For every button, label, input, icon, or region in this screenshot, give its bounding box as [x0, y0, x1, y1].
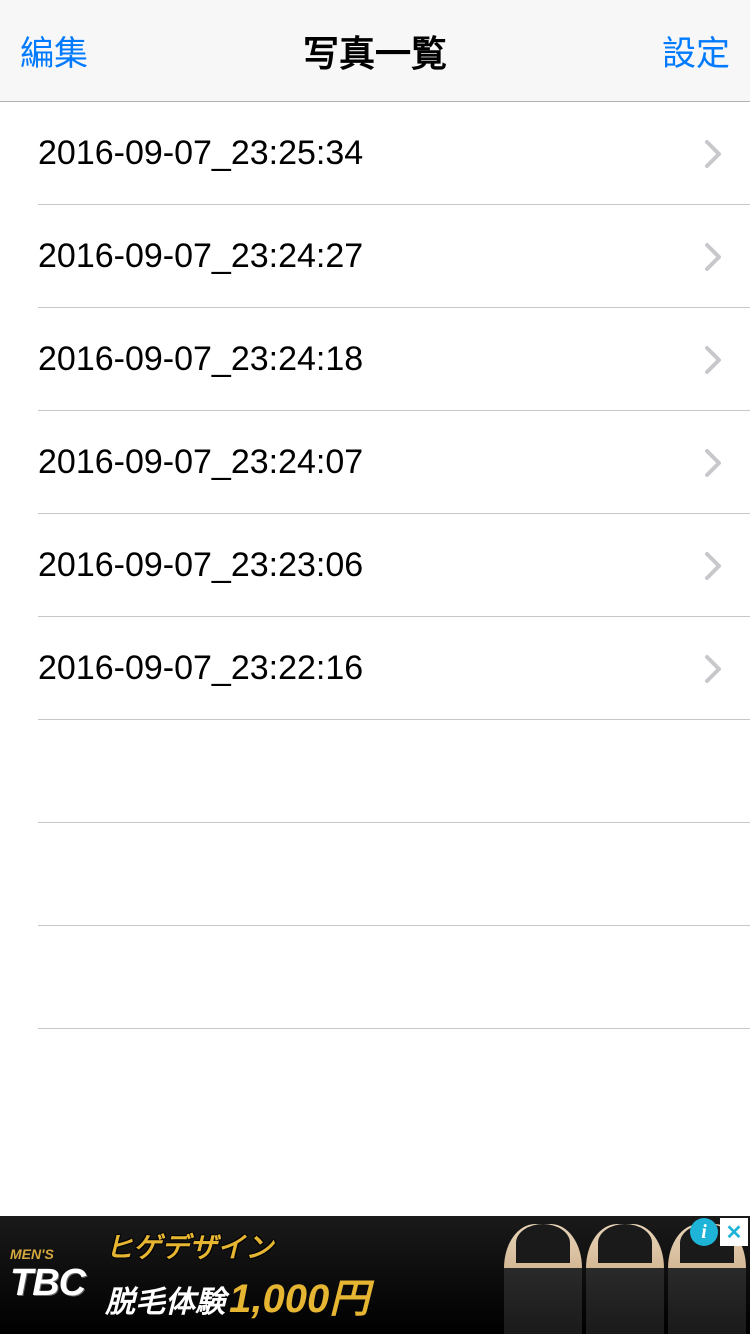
- list-item-label: 2016-09-07_23:22:16: [38, 649, 363, 688]
- ad-banner[interactable]: MEN'S TBC ヒゲデザイン 脱毛体験 1,000円 i ✕: [0, 1216, 750, 1334]
- chevron-right-icon: [704, 345, 722, 375]
- list-item-empty: [0, 926, 750, 1029]
- ad-face-icon: [504, 1224, 582, 1334]
- page-title: 写真一覧: [303, 25, 447, 77]
- ad-content: MEN'S TBC ヒゲデザイン 脱毛体験 1,000円: [0, 1216, 504, 1334]
- ad-face-icon: [586, 1224, 664, 1334]
- list-item[interactable]: 2016-09-07_23:24:07: [0, 411, 750, 514]
- list-item-empty: [0, 720, 750, 823]
- ad-close-icon[interactable]: ✕: [720, 1218, 748, 1246]
- list-item-label: 2016-09-07_23:24:18: [38, 340, 363, 379]
- list-item[interactable]: 2016-09-07_23:23:06: [0, 514, 750, 617]
- ad-subtext: 脱毛体験: [105, 1277, 225, 1321]
- list-item-label: 2016-09-07_23:24:27: [38, 237, 363, 276]
- chevron-right-icon: [704, 139, 722, 169]
- edit-button[interactable]: 編集: [20, 26, 88, 75]
- list-item[interactable]: 2016-09-07_23:22:16: [0, 617, 750, 720]
- navbar: 編集 写真一覧 設定: [0, 0, 750, 102]
- list-item[interactable]: 2016-09-07_23:24:18: [0, 308, 750, 411]
- chevron-right-icon: [704, 654, 722, 684]
- ad-info-icon[interactable]: i: [690, 1218, 718, 1246]
- ad-brand-large: TBC: [10, 1262, 85, 1305]
- ad-headline: ヒゲデザイン: [105, 1226, 369, 1266]
- ad-brand-small: MEN'S: [10, 1246, 85, 1262]
- list-item-empty: [0, 823, 750, 926]
- chevron-right-icon: [704, 242, 722, 272]
- ad-controls: i ✕: [690, 1218, 748, 1246]
- ad-brand: MEN'S TBC: [10, 1246, 85, 1305]
- list-item-label: 2016-09-07_23:24:07: [38, 443, 363, 482]
- photo-list: 2016-09-07_23:25:34 2016-09-07_23:24:27 …: [0, 102, 750, 1029]
- list-item-label: 2016-09-07_23:23:06: [38, 546, 363, 585]
- list-item[interactable]: 2016-09-07_23:24:27: [0, 205, 750, 308]
- ad-text: ヒゲデザイン 脱毛体験 1,000円: [105, 1226, 369, 1324]
- ad-price: 1,000円: [229, 1266, 369, 1324]
- list-item[interactable]: 2016-09-07_23:25:34: [0, 102, 750, 205]
- list-item-label: 2016-09-07_23:25:34: [38, 134, 363, 173]
- chevron-right-icon: [704, 448, 722, 478]
- settings-button[interactable]: 設定: [662, 26, 730, 75]
- chevron-right-icon: [704, 551, 722, 581]
